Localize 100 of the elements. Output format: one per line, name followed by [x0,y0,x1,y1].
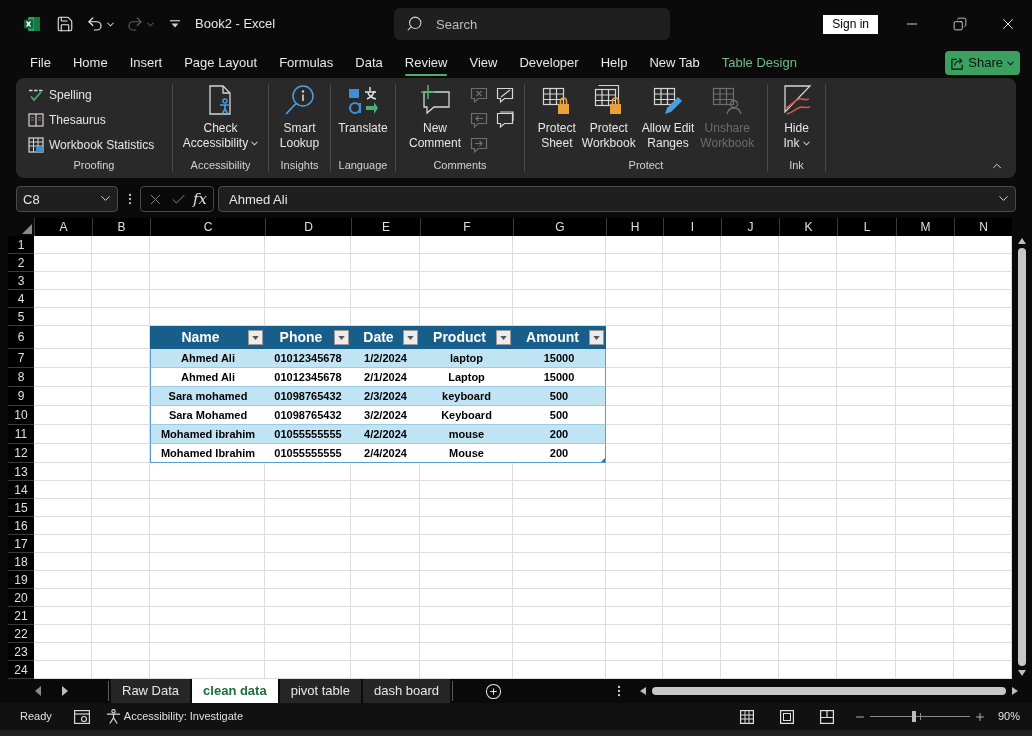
menu-tab[interactable]: Help [589,48,639,78]
menu-tab[interactable]: View [458,48,509,78]
filter-button[interactable] [403,330,418,345]
ribbon-button[interactable]: Workbook Statistics [26,133,157,157]
share-button[interactable]: Share [945,51,1020,75]
column-header[interactable]: L [837,218,896,236]
filter-button[interactable] [589,330,604,345]
zoom-percentage[interactable]: 90% [997,708,1020,725]
row-header[interactable]: 8 [8,368,34,387]
ribbon-button[interactable]: Protect Workbook [578,78,639,151]
menu-tab[interactable]: Data [344,48,394,78]
customize-caret-icon[interactable] [170,20,180,28]
column-header[interactable]: J [721,218,779,236]
ribbon-button[interactable]: Check Accessibility [179,78,262,151]
slider-thumb[interactable] [911,711,916,722]
row-header[interactable]: 6 [8,326,34,349]
filter-button[interactable] [334,330,349,345]
restore-icon[interactable] [953,17,967,31]
scroll-left-icon[interactable] [640,687,646,695]
scrollbar-thumb[interactable] [1018,248,1026,666]
sheet-tab[interactable]: clean data [192,679,278,703]
save-icon[interactable] [56,15,74,33]
column-header[interactable]: N [954,218,1012,236]
comment-slash-icon[interactable] [496,86,514,104]
filter-button[interactable] [248,330,263,345]
row-header[interactable]: 5 [8,308,34,326]
column-header[interactable]: M [896,218,954,236]
caret-right-icon[interactable] [62,686,68,696]
row-header[interactable]: 9 [8,387,34,406]
sheet-tab[interactable]: pivot table [279,679,361,703]
column-header[interactable]: D [265,218,351,236]
row-header[interactable]: 20 [8,589,34,607]
formula-input[interactable]: Ahmed Ali [218,186,1016,212]
row-header[interactable]: 22 [8,625,34,643]
scrollbar-thumb[interactable] [652,687,1006,695]
ribbon-button[interactable]: Hide Ink [777,78,816,151]
menu-tab[interactable]: Table Design [710,48,808,78]
menu-tab[interactable]: Developer [508,48,590,78]
column-header[interactable]: K [779,218,837,236]
macro-record-icon[interactable] [73,709,90,724]
row-header[interactable]: 4 [8,290,34,308]
ribbon-button[interactable]: Translate [335,78,391,136]
column-header[interactable]: A [34,218,92,236]
menu-tab[interactable]: Page Layout [173,48,269,78]
sign-in-button[interactable]: Sign in [823,14,878,34]
menu-tab[interactable]: New Tab [638,48,711,78]
row-header[interactable]: 3 [8,272,34,290]
row-header[interactable]: 2 [8,254,34,272]
ribbon-button[interactable]: Allow Edit Ranges [638,78,698,151]
column-header[interactable]: G [513,218,606,236]
column-header[interactable]: C [150,218,265,236]
filter-button[interactable] [496,330,511,345]
page-layout-icon[interactable] [779,709,794,724]
scroll-down-icon[interactable] [1018,670,1026,676]
column-header[interactable]: B [92,218,150,236]
normal-view-icon[interactable] [739,709,754,724]
column-header[interactable]: I [663,218,721,236]
menu-tab[interactable]: Insert [118,48,174,78]
row-header[interactable]: 24 [8,661,34,679]
row-header[interactable]: 18 [8,553,34,571]
undo-icon[interactable] [86,15,104,33]
sheet-tab[interactable]: dash board [362,679,450,703]
menu-tab[interactable]: Home [61,48,119,78]
ribbon-button[interactable]: Thesaurus [26,108,157,132]
column-header[interactable]: F [420,218,513,236]
row-header[interactable]: 23 [8,643,34,661]
row-header[interactable]: 15 [8,499,34,517]
ribbon-button[interactable]: New Comment [406,78,464,151]
row-header[interactable]: 1 [8,236,34,254]
zoom-in-icon[interactable] [973,710,986,723]
row-header[interactable]: 7 [8,349,34,368]
row-header[interactable]: 19 [8,571,34,589]
row-header[interactable]: 12 [8,444,34,463]
menu-tab[interactable]: Review [393,48,459,78]
name-box[interactable]: C8 [16,186,118,212]
menu-tab[interactable]: Formulas [268,48,345,78]
accessibility-button[interactable]: Accessibility: Investigate [105,708,243,725]
ribbon-button[interactable]: Spelling [26,83,157,107]
search-field[interactable]: Search [394,8,670,40]
insert-function-button[interactable]: fx [192,191,207,207]
row-header[interactable]: 14 [8,481,34,499]
scroll-up-icon[interactable] [1018,238,1026,244]
sheet-tab[interactable]: Raw Data [111,679,191,703]
menu-tab[interactable]: File [19,48,62,78]
comments-icon[interactable] [496,111,514,129]
row-header[interactable]: 21 [8,607,34,625]
column-header[interactable]: H [606,218,663,236]
row-header[interactable]: 11 [8,425,34,444]
row-header[interactable]: 17 [8,535,34,553]
caret-left-icon[interactable] [35,686,41,696]
scroll-right-icon[interactable] [1012,687,1018,695]
add-sheet-icon[interactable] [485,682,502,700]
ribbon-button[interactable]: Protect Sheet [534,78,579,151]
row-header[interactable]: 13 [8,463,34,481]
page-break-icon[interactable] [819,709,834,724]
row-header[interactable]: 16 [8,517,34,535]
row-header[interactable]: 10 [8,406,34,425]
select-all-icon[interactable] [22,224,32,234]
ribbon-button[interactable]: Smart Lookup [276,78,323,151]
column-header[interactable]: E [351,218,420,236]
